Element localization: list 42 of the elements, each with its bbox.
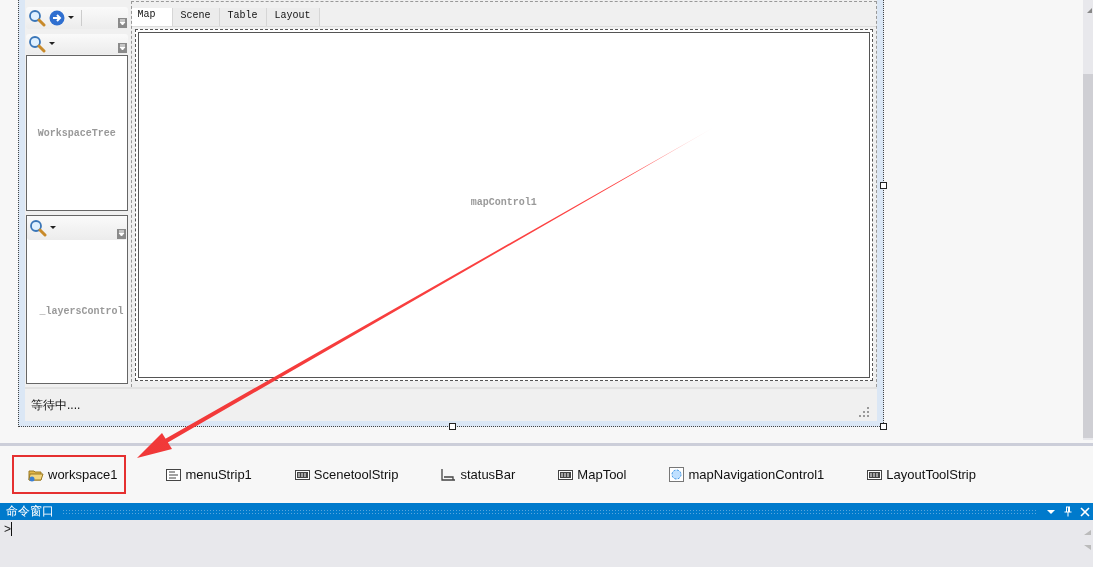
component-item[interactable]: menuStrip1 bbox=[150, 455, 261, 494]
dropdown-icon[interactable] bbox=[1046, 508, 1056, 515]
tab[interactable]: Layout bbox=[266, 8, 320, 26]
component-item[interactable]: workspace1 bbox=[12, 455, 127, 494]
search-icon bbox=[28, 35, 46, 53]
overflow-icon bbox=[117, 43, 127, 53]
control-label: mapControl1 bbox=[470, 196, 537, 208]
caret-icon bbox=[50, 226, 56, 230]
resize-handle[interactable] bbox=[880, 423, 887, 430]
overflow-icon bbox=[117, 18, 127, 28]
status-text: 等待中.... bbox=[31, 396, 81, 414]
component-item[interactable]: mapNavigationControl1 bbox=[653, 455, 834, 494]
caret-icon bbox=[49, 42, 55, 46]
tab[interactable]: Scene bbox=[172, 8, 220, 26]
caret-icon bbox=[68, 16, 74, 20]
control-label: WorkspaceTree bbox=[37, 127, 116, 139]
status-bar-icon bbox=[441, 468, 457, 481]
resize-handle[interactable] bbox=[880, 182, 887, 189]
component-item[interactable]: ScenetoolStrip bbox=[278, 455, 408, 494]
folder-icon bbox=[28, 467, 44, 482]
tab[interactable]: Table bbox=[219, 8, 267, 26]
search-icon bbox=[28, 9, 46, 27]
component-item[interactable]: MapTool bbox=[542, 455, 636, 494]
toolstrip-icon bbox=[294, 469, 310, 480]
component-item[interactable]: statusBar bbox=[425, 455, 525, 494]
scrollbar[interactable] bbox=[1083, 0, 1093, 440]
toolstrip-icon bbox=[558, 469, 574, 480]
window-title: 命令窗口 bbox=[6, 503, 54, 520]
toolstrip-icon bbox=[867, 469, 883, 480]
command-prompt: > bbox=[4, 522, 11, 536]
resize-grip-icon bbox=[859, 407, 869, 417]
text-cursor bbox=[11, 522, 12, 536]
component-item[interactable]: LayoutToolStrip bbox=[851, 455, 985, 494]
pin-icon[interactable] bbox=[1064, 506, 1072, 517]
control-label: _layersControl bbox=[39, 306, 124, 317]
resize-handle[interactable] bbox=[449, 423, 456, 430]
search-icon bbox=[29, 219, 47, 237]
navigation-control-icon bbox=[669, 467, 685, 482]
menu-strip-icon bbox=[166, 468, 182, 481]
arrow-circle-icon bbox=[49, 10, 65, 26]
close-icon[interactable] bbox=[1080, 506, 1090, 517]
tab[interactable]: Map bbox=[131, 8, 173, 26]
